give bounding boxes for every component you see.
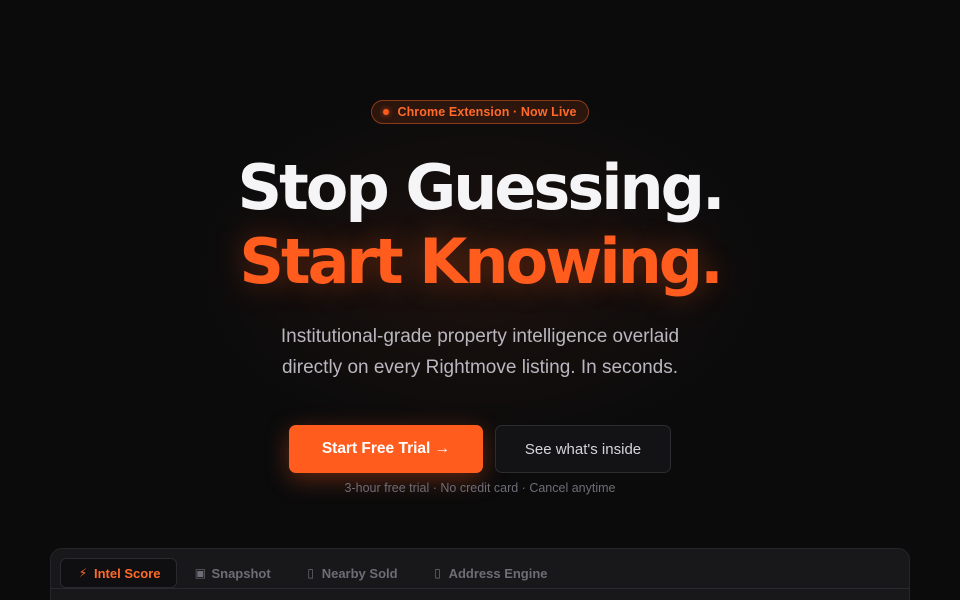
- badge-label: Chrome Extension · Now Live: [397, 105, 577, 119]
- tab-address-engine[interactable]: ▯ Address Engine: [415, 558, 565, 588]
- tab-label: Intel Score: [94, 565, 161, 581]
- headline-line-2: Start Knowing.: [239, 225, 723, 298]
- nearby-sold-icon: ▯: [307, 566, 314, 580]
- tab-label: Snapshot: [211, 565, 271, 581]
- trial-fineprint: 3-hour free trial · No credit card · Can…: [344, 481, 616, 495]
- live-dot-icon: [383, 109, 390, 115]
- start-free-trial-button[interactable]: Start Free Trial →: [289, 425, 483, 473]
- preview-tabs: ⚡ Intel Score ▣ Snapshot ▯ Nearby Sold ▯…: [60, 558, 565, 588]
- see-whats-inside-button[interactable]: See what's inside: [495, 425, 671, 473]
- panel-divider: [51, 588, 909, 589]
- tab-intel-score[interactable]: ⚡ Intel Score: [60, 558, 178, 588]
- address-engine-icon: ▯: [434, 566, 441, 580]
- snapshot-icon: ▣: [194, 566, 207, 580]
- status-badge: Chrome Extension · Now Live: [371, 100, 589, 124]
- tab-nearby-sold[interactable]: ▯ Nearby Sold: [288, 558, 415, 588]
- tab-snapshot[interactable]: ▣ Snapshot: [177, 558, 287, 588]
- subtitle-line-2: directly on every Rightmove listing. In …: [281, 357, 678, 378]
- subtitle-line-1: Institutional-grade property intelligenc…: [280, 326, 680, 347]
- landing-page: Chrome Extension · Now Live Stop Guessin…: [0, 0, 960, 600]
- hero-subtitle: Institutional-grade property intelligenc…: [200, 321, 760, 383]
- tab-label: Address Engine: [448, 565, 548, 581]
- headline-line-1: Stop Guessing.: [237, 151, 725, 224]
- tab-label: Nearby Sold: [321, 565, 398, 581]
- product-preview-panel: ⚡ Intel Score ▣ Snapshot ▯ Nearby Sold ▯…: [50, 548, 910, 600]
- lightning-icon: ⚡: [78, 566, 88, 580]
